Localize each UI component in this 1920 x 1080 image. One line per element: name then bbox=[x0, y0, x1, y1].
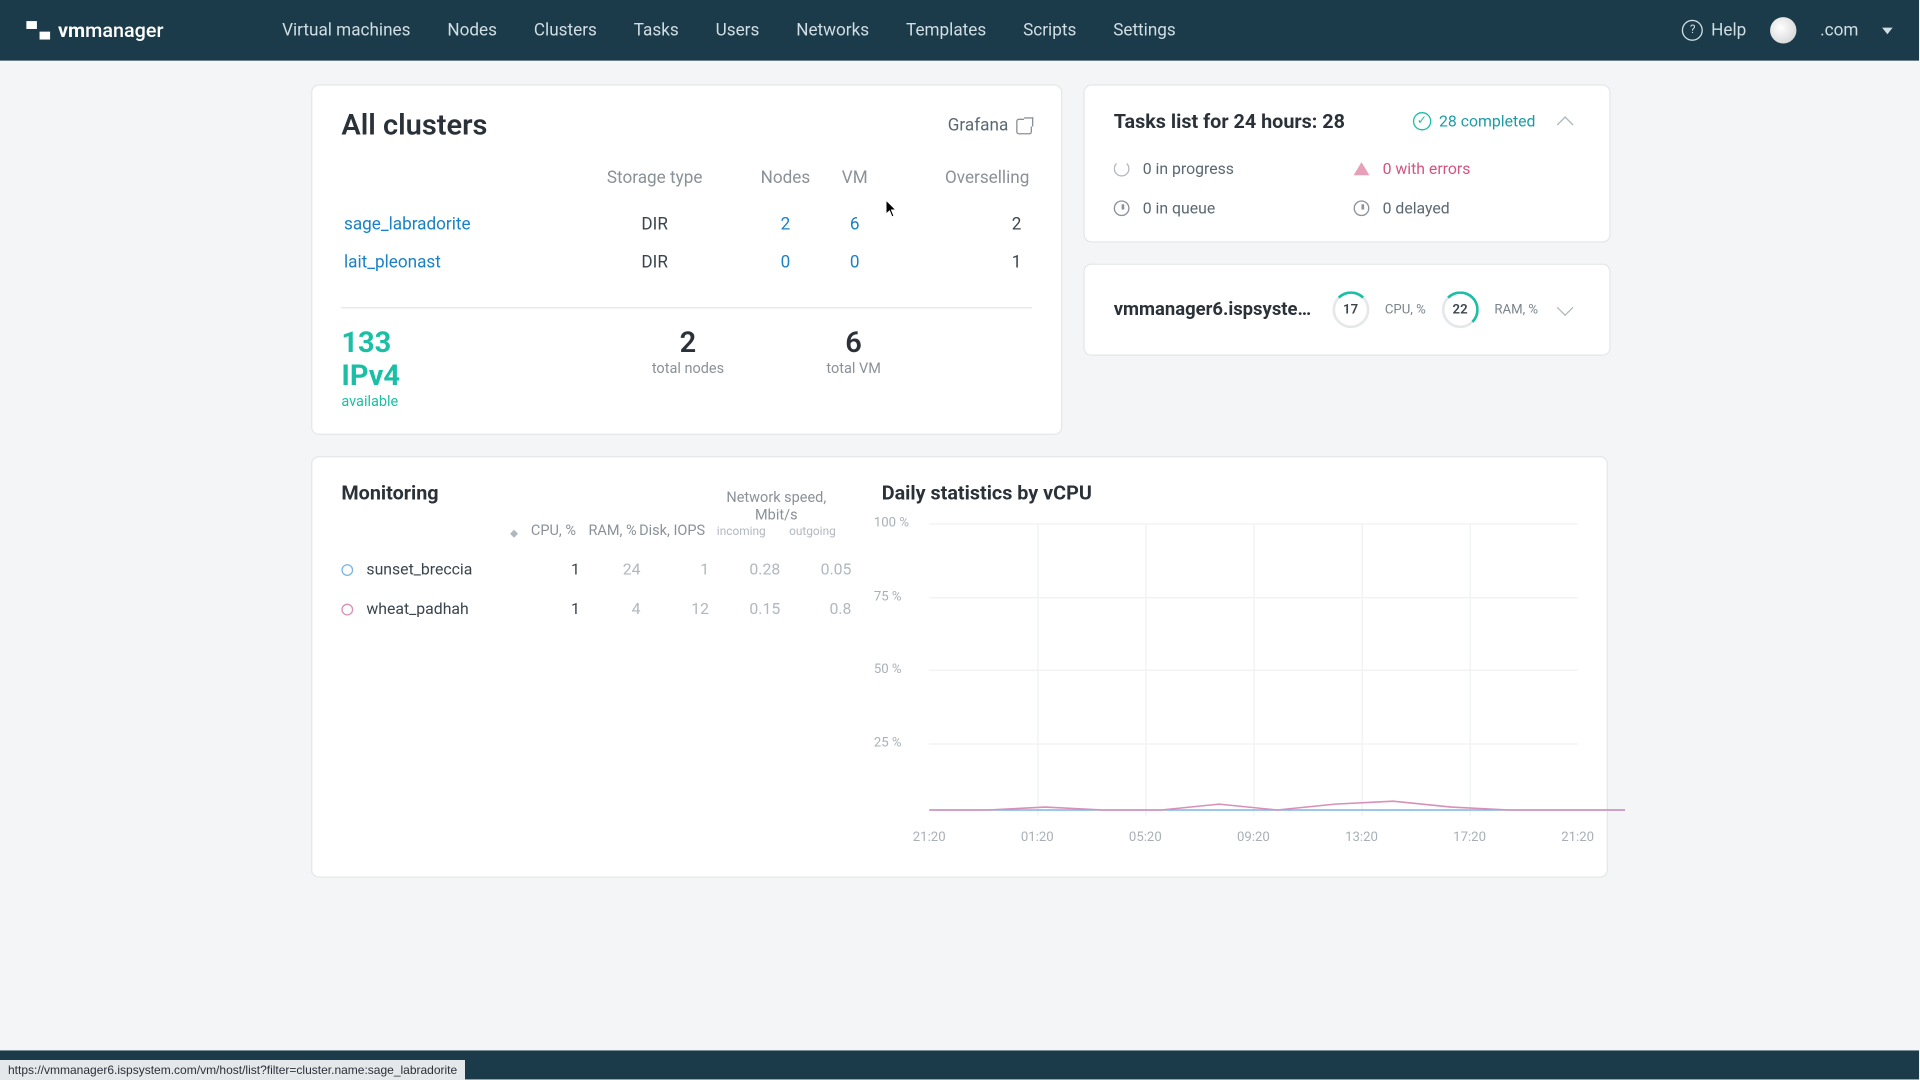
user-menu[interactable]: .com bbox=[1820, 20, 1858, 40]
nav-networks[interactable]: Networks bbox=[796, 20, 869, 40]
nav-templates[interactable]: Templates bbox=[906, 20, 986, 40]
tasks-in-queue[interactable]: 0 in queue bbox=[1114, 199, 1341, 217]
cluster-row: lait_pleonast DIR 0 0 1 bbox=[344, 245, 1029, 281]
tasks-card: Tasks list for 24 hours: 28 ✓ 28 complet… bbox=[1083, 84, 1610, 242]
logo[interactable]: vmmanager bbox=[26, 18, 163, 42]
nav-settings[interactable]: Settings bbox=[1113, 20, 1176, 40]
col-cpu[interactable]: CPU, % bbox=[521, 522, 576, 539]
ipv4-label: available bbox=[341, 393, 453, 410]
series-dot-icon bbox=[341, 603, 353, 615]
tasks-with-errors[interactable]: 0 with errors bbox=[1354, 159, 1581, 177]
clusters-summary: 133 IPv4 available 2 total nodes 6 total… bbox=[341, 327, 1032, 410]
monitor-row[interactable]: wheat_padhah 1 4 12 0.15 0.8 bbox=[341, 600, 868, 618]
col-ram[interactable]: RAM, % bbox=[576, 522, 637, 539]
node-name: vmmanager6.ispsystem... bbox=[1114, 299, 1317, 320]
all-clusters-card: All clusters Grafana Storage type Nodes … bbox=[311, 84, 1062, 435]
col-oversell: Overselling bbox=[880, 169, 1029, 205]
node-summary-card[interactable]: vmmanager6.ispsystem... 17 CPU, % 22 RAM… bbox=[1083, 264, 1610, 356]
col-nodes: Nodes bbox=[742, 169, 830, 205]
cpu-ring-label: CPU, % bbox=[1385, 302, 1426, 316]
main-nav: Virtual machines Nodes Clusters Tasks Us… bbox=[282, 20, 1682, 40]
vcpu-chart: 100 %75 %50 %25 %21:2001:2005:2009:2013:… bbox=[882, 523, 1578, 839]
cluster-vm-link[interactable]: 0 bbox=[850, 253, 860, 273]
cluster-storage: DIR bbox=[570, 207, 739, 243]
tasks-completed[interactable]: ✓ 28 completed bbox=[1413, 112, 1536, 130]
nav-vm[interactable]: Virtual machines bbox=[282, 20, 410, 40]
cluster-oversell: 2 bbox=[880, 207, 1029, 243]
cpu-ring: 17 bbox=[1332, 291, 1369, 328]
clock-icon bbox=[1114, 200, 1130, 216]
help-icon: ? bbox=[1682, 20, 1703, 41]
col-vm: VM bbox=[832, 169, 878, 205]
cluster-oversell: 1 bbox=[880, 245, 1029, 281]
cluster-name-link[interactable]: sage_labradorite bbox=[344, 215, 471, 235]
cluster-nodes-link[interactable]: 2 bbox=[781, 215, 791, 235]
divider bbox=[341, 307, 1032, 308]
clusters-title: All clusters bbox=[341, 109, 487, 142]
total-nodes: 2 bbox=[612, 327, 765, 360]
nav-clusters[interactable]: Clusters bbox=[534, 20, 597, 40]
col-storage: Storage type bbox=[570, 169, 739, 205]
nav-tasks[interactable]: Tasks bbox=[634, 20, 679, 40]
collapse-icon[interactable] bbox=[1554, 111, 1580, 132]
ipv4-available: 133 IPv4 bbox=[341, 327, 453, 393]
monitor-row[interactable]: sunset_breccia 1 24 1 0.28 0.05 bbox=[341, 560, 868, 578]
total-vm: 6 bbox=[764, 327, 942, 360]
col-network[interactable]: Network speed, Mbit/s incomingoutgoing bbox=[705, 489, 847, 539]
clusters-table: Storage type Nodes VM Overselling sage_l… bbox=[341, 166, 1032, 283]
spinner-icon bbox=[1114, 161, 1130, 177]
expand-icon[interactable] bbox=[1554, 299, 1580, 320]
col-disk[interactable]: Disk, IOPS bbox=[637, 522, 706, 539]
help-link[interactable]: ? Help bbox=[1682, 20, 1746, 41]
tasks-delayed[interactable]: 0 delayed bbox=[1354, 199, 1581, 217]
monitoring-title: Monitoring bbox=[341, 481, 507, 505]
total-vm-label: total VM bbox=[764, 360, 942, 377]
check-icon: ✓ bbox=[1413, 112, 1431, 130]
tasks-title: Tasks list for 24 hours: 28 bbox=[1114, 109, 1394, 133]
grafana-link[interactable]: Grafana bbox=[948, 116, 1032, 136]
monitoring-card: Monitoring ◆ CPU, % RAM, % Disk, IOPS Ne… bbox=[311, 456, 1608, 878]
chevron-down-icon[interactable] bbox=[1882, 27, 1893, 34]
cluster-row: sage_labradorite DIR 2 6 2 bbox=[344, 207, 1029, 243]
series-dot-icon bbox=[341, 563, 353, 575]
cluster-nodes-link[interactable]: 0 bbox=[781, 253, 791, 273]
clock-icon bbox=[1354, 200, 1370, 216]
header-right: ? Help .com bbox=[1682, 17, 1892, 43]
avatar[interactable] bbox=[1770, 17, 1796, 43]
nav-scripts[interactable]: Scripts bbox=[1023, 20, 1076, 40]
logo-icon bbox=[26, 21, 50, 39]
nav-users[interactable]: Users bbox=[716, 20, 760, 40]
chart-title: Daily statistics by vCPU bbox=[882, 481, 1578, 505]
topbar: vmmanager Virtual machines Nodes Cluster… bbox=[0, 0, 1919, 61]
total-nodes-label: total nodes bbox=[612, 360, 765, 377]
cluster-vm-link[interactable]: 6 bbox=[850, 215, 860, 235]
cluster-storage: DIR bbox=[570, 245, 739, 281]
ram-ring: 22 bbox=[1442, 291, 1479, 328]
sort-icon[interactable]: ◆ bbox=[507, 527, 520, 539]
ram-ring-label: RAM, % bbox=[1494, 302, 1538, 316]
monitor-name: sunset_breccia bbox=[366, 560, 524, 578]
warning-icon bbox=[1354, 162, 1370, 175]
cluster-name-link[interactable]: lait_pleonast bbox=[344, 253, 441, 273]
browser-status-bar: https://vmmanager6.ispsystem.com/vm/host… bbox=[0, 1060, 465, 1080]
external-link-icon bbox=[1016, 118, 1032, 134]
tasks-in-progress[interactable]: 0 in progress bbox=[1114, 159, 1341, 177]
nav-nodes[interactable]: Nodes bbox=[447, 20, 497, 40]
monitor-name: wheat_padhah bbox=[366, 600, 524, 618]
